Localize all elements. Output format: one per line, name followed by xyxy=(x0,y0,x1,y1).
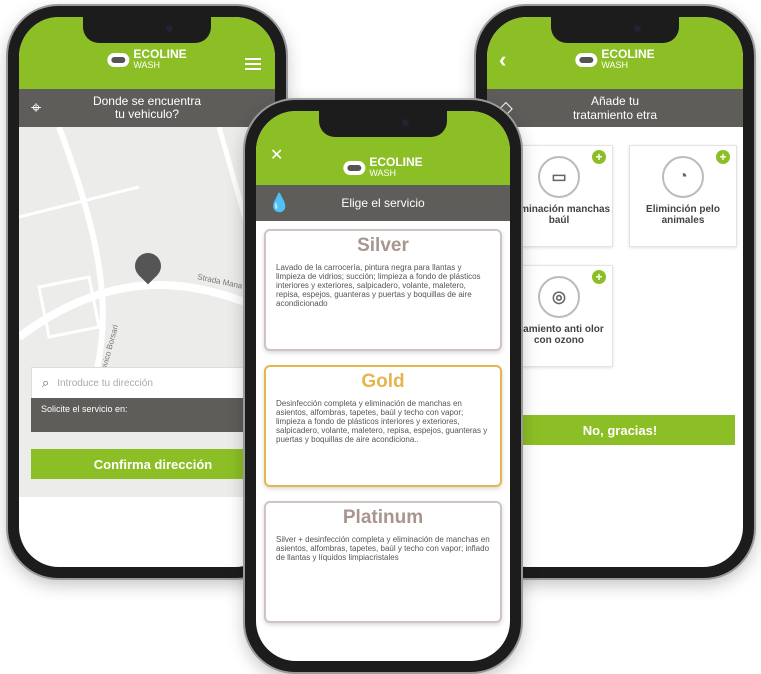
treatment-card[interactable]: + ◔ Eliminción pelo animales xyxy=(629,145,737,247)
screen-service: ✕ ECOLINE WASH 💧 Elige el servicio Silver… xyxy=(256,111,510,661)
service-card-gold[interactable]: Gold Desinfección completa y eliminación… xyxy=(264,365,502,487)
camera-icon xyxy=(634,25,641,32)
service-bar: 💧 Elige el servicio xyxy=(256,185,510,221)
location-bar: ⌖ Donde se encuentra tu vehiculo? xyxy=(19,89,275,127)
brand-name: ECOLINE xyxy=(133,47,187,61)
trunk-icon: ▭ xyxy=(538,156,580,198)
treatment-bar-title: Añade tu tratamiento etra xyxy=(572,94,658,122)
service-name: Gold xyxy=(361,371,405,392)
confirm-label: Confirma dirección xyxy=(93,456,213,472)
map-view[interactable]: Strada Mana odovico Borsari xyxy=(19,127,275,497)
service-desc: Silver + desinfección completa y elimina… xyxy=(276,535,490,562)
treatment-label: Eliminación manchas baúl xyxy=(507,204,611,226)
car-logo-icon xyxy=(343,161,366,175)
treatment-card[interactable]: + ◎ atamiento anti olor con ozono xyxy=(505,265,613,367)
treatment-label: atamiento anti olor con ozono xyxy=(514,324,604,346)
search-icon: ⌕ xyxy=(42,375,50,390)
treatment-card[interactable]: + ▭ Eliminación manchas baúl xyxy=(505,145,613,247)
screen-address: ECOLINE WASH ⌖ Donde se encuentra tu vehi… xyxy=(19,17,275,567)
notch xyxy=(551,17,679,43)
location-bar-title: Donde se encuentra tu vehiculo? xyxy=(92,94,202,121)
search-placeholder: Introduce tu dirección xyxy=(57,377,153,389)
treatment-label: Eliminción pelo animales xyxy=(646,204,720,226)
brand-name: ECOLINE xyxy=(369,155,423,169)
service-card-silver[interactable]: Silver Lavado de la carrocería, pintura … xyxy=(264,229,502,351)
service-name: Platinum xyxy=(342,507,424,528)
notch xyxy=(319,111,447,137)
brand-name: ECOLINE xyxy=(601,47,655,61)
service-desc: Lavado de la carrocería, pintura negra p… xyxy=(276,263,481,308)
close-icon[interactable]: ✕ xyxy=(270,145,283,165)
add-icon[interactable]: + xyxy=(716,150,730,164)
treatment-bar: ◇ Añade tu tratamiento etra xyxy=(487,89,743,127)
hamburger-menu-icon[interactable] xyxy=(245,55,261,73)
add-icon[interactable]: + xyxy=(592,150,606,164)
no-thanks-label: No, gracias! xyxy=(582,422,658,438)
service-bar-title: Elige el servicio xyxy=(341,196,425,210)
pet-hair-icon: ◔ xyxy=(662,156,704,198)
add-icon[interactable]: + xyxy=(592,270,606,284)
no-thanks-button[interactable]: No, gracias! xyxy=(505,415,735,445)
brand-sub: WASH xyxy=(601,60,628,70)
service-name: Silver xyxy=(357,235,409,256)
phone-center: ✕ ECOLINE WASH 💧 Elige el servicio Silver… xyxy=(245,100,521,672)
brand-logo: ECOLINE WASH xyxy=(575,47,655,71)
back-arrow-icon[interactable]: ‹ xyxy=(499,47,506,73)
location-pin-icon: ⌖ xyxy=(31,97,42,118)
address-search-input[interactable]: ⌕ Introduce tu dirección xyxy=(31,367,275,399)
brand-logo: ECOLINE WASH xyxy=(107,47,187,71)
brand-sub: WASH xyxy=(369,168,396,178)
notch xyxy=(83,17,211,43)
screen-treatment: ‹ ECOLINE WASH ◇ Añade tu tratamiento etr… xyxy=(487,17,743,567)
service-desc: Desinfección completa y eliminación de m… xyxy=(276,399,488,444)
car-logo-icon xyxy=(575,53,598,67)
camera-icon xyxy=(166,25,173,32)
brand-sub: WASH xyxy=(133,60,160,70)
confirm-address-button[interactable]: Confirma dirección xyxy=(31,449,275,479)
service-location-panel: Solicite el servicio en: xyxy=(31,398,275,432)
service-card-platinum[interactable]: Platinum Silver + desinfección completa … xyxy=(264,501,502,623)
camera-icon xyxy=(402,119,409,126)
solicite-label: Solicite el servicio en: xyxy=(41,404,128,414)
brand-logo: ECOLINE WASH xyxy=(343,155,423,179)
water-drop-icon: 💧 xyxy=(268,192,291,213)
car-logo-icon xyxy=(107,53,130,67)
ozone-icon: ◎ xyxy=(538,276,580,318)
